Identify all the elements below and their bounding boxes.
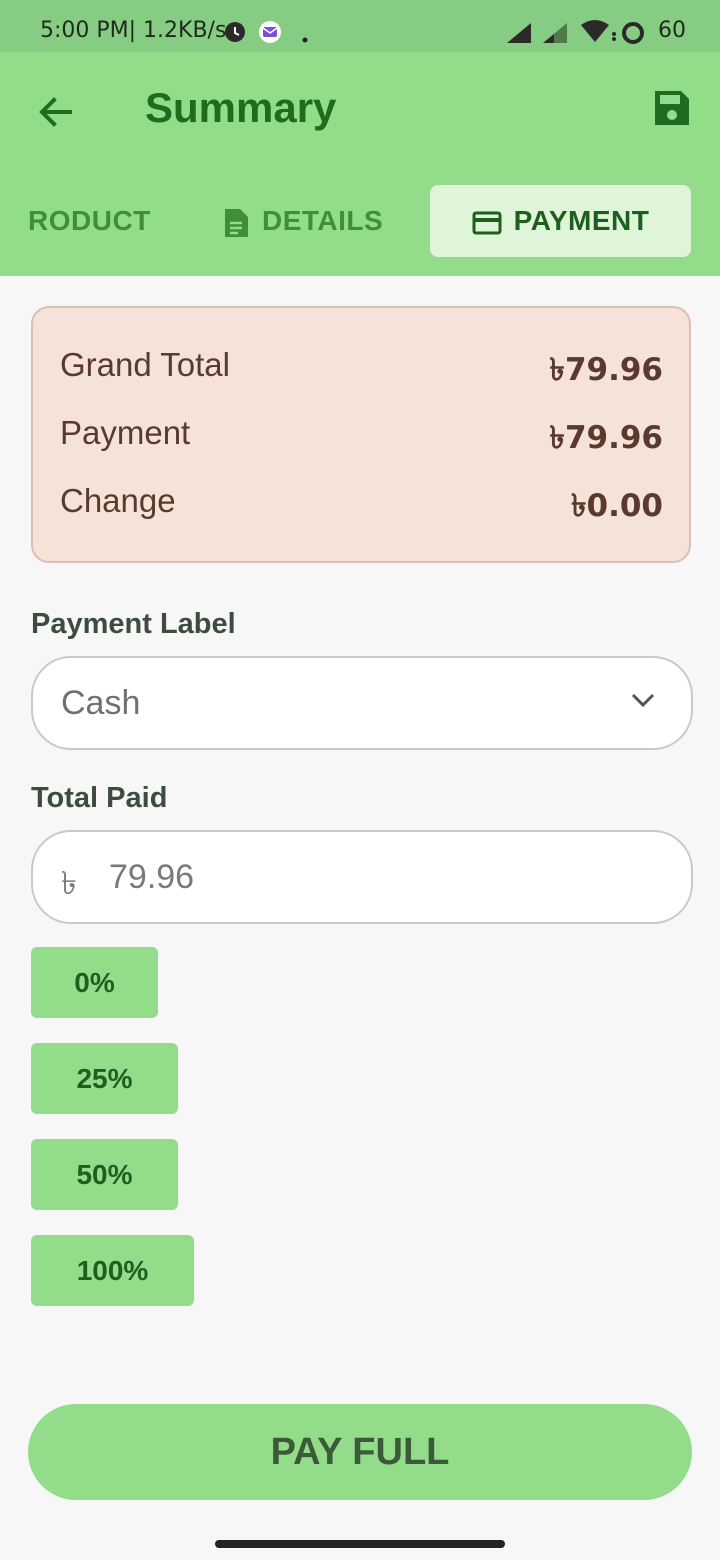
change-label: Change — [60, 482, 176, 519]
grand-total-label: Grand Total — [60, 346, 230, 383]
arrow-back-icon — [39, 97, 72, 127]
signal-1-icon — [506, 22, 532, 49]
tab-payment-label: PAYMENT — [513, 205, 650, 236]
pay-full-button[interactable]: PAY FULL — [28, 1404, 692, 1500]
signal-2-icon — [542, 22, 568, 49]
total-paid-heading: Total Paid — [31, 782, 168, 814]
payment-label-heading: Payment Label — [31, 608, 236, 640]
percent-25-button[interactable]: 25% — [31, 1043, 178, 1114]
battery-level: 60 — [658, 18, 686, 43]
chevron-down-icon — [631, 693, 655, 708]
notification-dot-icon — [302, 30, 308, 48]
grand-total-row: Grand Total ৳79.96 — [60, 346, 663, 388]
total-paid-input[interactable]: ৳ 79.96 — [31, 830, 693, 924]
save-button[interactable] — [652, 88, 692, 128]
tab-product[interactable]: RODUCT — [28, 185, 151, 257]
mail-app-icon — [258, 20, 282, 49]
tab-payment[interactable]: PAYMENT — [430, 185, 691, 257]
grand-total-value: ৳79.96 — [549, 352, 664, 388]
change-value: ৳0.00 — [571, 488, 663, 524]
home-indicator[interactable] — [215, 1540, 505, 1548]
change-row: Change ৳0.00 — [60, 482, 663, 524]
payment-row: Payment ৳79.96 — [60, 414, 663, 456]
percent-100-button[interactable]: 100% — [31, 1235, 194, 1306]
back-button[interactable] — [34, 90, 78, 134]
payment-value: ৳79.96 — [549, 420, 664, 456]
tab-product-label: RODUCT — [28, 205, 151, 236]
payment-label: Payment — [60, 414, 191, 451]
tab-details[interactable]: DETAILS — [222, 185, 383, 257]
save-icon — [655, 91, 689, 125]
tab-details-label: DETAILS — [262, 205, 384, 236]
status-bar: 5:00 PM| 1.2KB/s 60 — [0, 0, 720, 52]
page-title: Summary — [145, 84, 337, 131]
payment-label-select[interactable]: Cash — [31, 656, 693, 750]
payment-label-selected: Cash — [61, 684, 141, 722]
alarm-icon — [222, 18, 248, 49]
navigation-bar — [0, 1528, 720, 1560]
document-icon — [225, 208, 248, 237]
app-bar: Summary RODUCT DETAILS PAYMENT — [0, 52, 720, 276]
battery-ring-icon — [620, 20, 646, 51]
wifi-icon — [580, 20, 620, 49]
percent-50-button[interactable]: 50% — [31, 1139, 178, 1210]
currency-prefix: ৳ — [61, 864, 77, 902]
credit-card-icon — [472, 211, 502, 235]
status-time-speed: 5:00 PM| 1.2KB/s — [40, 18, 227, 43]
percent-0-button[interactable]: 0% — [31, 947, 158, 1018]
total-paid-value: 79.96 — [109, 858, 195, 896]
summary-card: Grand Total ৳79.96 Payment ৳79.96 Change… — [31, 306, 691, 563]
